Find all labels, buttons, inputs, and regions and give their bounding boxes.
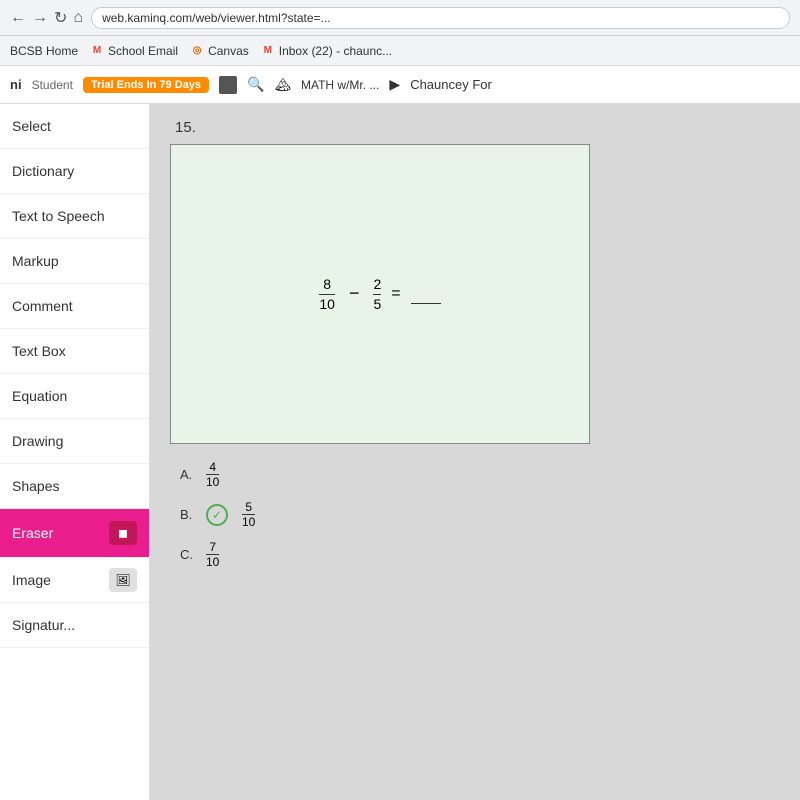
back-icon[interactable]: ← (10, 9, 26, 27)
answer-row-b[interactable]: B. ✓ 5 10 (180, 500, 780, 530)
sidebar-item-markup[interactable]: Markup (0, 239, 149, 284)
sidebar-item-text-box[interactable]: Text Box (0, 329, 149, 374)
bookmark-canvas[interactable]: ◎ Canvas (190, 44, 249, 58)
bcsb-label: BCSB Home (10, 44, 78, 58)
url-bar[interactable]: web.kaminq.com/web/viewer.html?state=... (91, 7, 790, 29)
content-area: 15. 8 10 − 2 5 = (150, 104, 800, 800)
sidebar-item-comment[interactable]: Comment (0, 284, 149, 329)
bookmark-school-email[interactable]: M School Email (90, 44, 178, 58)
sidebar-item-image[interactable]: Image 🖼 (0, 558, 149, 603)
image-button[interactable]: 🖼 (109, 568, 137, 592)
answer-b-letter: B. (180, 507, 196, 522)
question-box: 8 10 − 2 5 = (170, 144, 590, 444)
search-icon[interactable]: 🔍 (247, 76, 264, 93)
school-email-icon: M (90, 44, 104, 58)
frac1-line (319, 294, 335, 295)
select-label: Select (12, 118, 51, 134)
answer-c-num: 7 (209, 540, 216, 554)
browser-bar: ← → ↻ ⌂ web.kaminq.com/web/viewer.html?s… (0, 0, 800, 36)
canvas-icon: ◎ (190, 44, 204, 58)
bookmark-bcsb[interactable]: BCSB Home (10, 44, 78, 58)
drawing-label: Drawing (12, 433, 63, 449)
frac1-denominator: 10 (319, 296, 335, 313)
sidebar: Select Dictionary Text to Speech Markup … (0, 104, 150, 800)
shapes-label: Shapes (12, 478, 59, 494)
eraser-label: Eraser (12, 525, 53, 541)
answer-a-num: 4 (209, 460, 216, 474)
minus-sign: − (349, 283, 360, 304)
answer-a-letter: A. (180, 467, 196, 482)
sidebar-item-dictionary[interactable]: Dictionary (0, 149, 149, 194)
answer-c-den: 10 (206, 555, 219, 569)
forward-icon[interactable]: → (32, 9, 48, 27)
dictionary-label: Dictionary (12, 163, 74, 179)
frac1-numerator: 8 (323, 276, 331, 293)
sidebar-item-equation[interactable]: Equation (0, 374, 149, 419)
fraction-equation: 8 10 − 2 5 = (319, 276, 440, 313)
answer-a-den: 10 (206, 475, 219, 489)
mountain-icon: 🏔 (274, 77, 291, 93)
frac2-denominator: 5 (373, 296, 381, 313)
signature-label: Signatur... (12, 617, 75, 633)
sidebar-item-drawing[interactable]: Drawing (0, 419, 149, 464)
fraction-1: 8 10 (319, 276, 335, 313)
selected-indicator: ✓ (206, 504, 228, 526)
answers-area: A. 4 10 B. ✓ 5 10 (170, 460, 780, 569)
frac2-line (373, 294, 381, 295)
inbox-label: Inbox (22) - chaunc... (279, 44, 392, 58)
equation-label: Equation (12, 388, 67, 404)
sidebar-item-eraser[interactable]: Eraser ◼ (0, 509, 149, 558)
bookmark-inbox[interactable]: M Inbox (22) - chaunc... (261, 44, 392, 58)
sidebar-item-signature[interactable]: Signatur... (0, 603, 149, 648)
toolbar-user: Chauncey For (410, 77, 492, 92)
markup-label: Markup (12, 253, 59, 269)
answer-b-fraction: 5 10 (242, 500, 255, 530)
text-to-speech-label: Text to Speech (12, 208, 105, 224)
fraction-2: 2 5 (373, 276, 381, 313)
home-icon[interactable]: ⌂ (73, 9, 83, 27)
sidebar-item-select[interactable]: Select (0, 104, 149, 149)
image-btn-icon: 🖼 (115, 573, 130, 587)
school-email-label: School Email (108, 44, 178, 58)
answer-b-num: 5 (245, 500, 252, 514)
frac2-numerator: 2 (373, 276, 381, 293)
trial-badge: Trial Ends In 79 Days (83, 77, 209, 93)
answer-c-fraction: 7 10 (206, 540, 219, 570)
checkmark-icon: ✓ (212, 508, 222, 522)
equals-sign: = (391, 285, 400, 303)
answer-blank (411, 285, 441, 304)
answer-b-den: 10 (242, 515, 255, 529)
main-layout: Select Dictionary Text to Speech Markup … (0, 104, 800, 800)
text-box-label: Text Box (12, 343, 66, 359)
answer-c-letter: C. (180, 547, 196, 562)
comment-label: Comment (12, 298, 73, 314)
answer-row-c[interactable]: C. 7 10 (180, 540, 780, 570)
inbox-icon: M (261, 44, 275, 58)
canvas-label: Canvas (208, 44, 249, 58)
sidebar-item-text-to-speech[interactable]: Text to Speech (0, 194, 149, 239)
question-number: 15. (175, 119, 780, 136)
app-role: Student (32, 78, 73, 92)
browser-nav: ← → ↻ ⌂ (10, 8, 83, 28)
refresh-icon[interactable]: ↻ (54, 8, 67, 28)
answer-row-a[interactable]: A. 4 10 (180, 460, 780, 490)
sidebar-item-shapes[interactable]: Shapes (0, 464, 149, 509)
bookmark-bar: BCSB Home M School Email ◎ Canvas M Inbo… (0, 36, 800, 66)
eraser-btn-icon: ◼ (118, 526, 128, 540)
toolbar-arrow: ▶ (389, 76, 400, 93)
image-label: Image (12, 572, 51, 588)
app-toolbar: ni Student Trial Ends In 79 Days 🔍 🏔 MAT… (0, 66, 800, 104)
toolbar-subject[interactable]: MATH w/Mr. ... (301, 78, 379, 92)
eraser-button[interactable]: ◼ (109, 521, 137, 545)
answer-a-fraction: 4 10 (206, 460, 219, 490)
app-logo: ni (10, 77, 22, 92)
layout-icon[interactable] (219, 76, 237, 94)
